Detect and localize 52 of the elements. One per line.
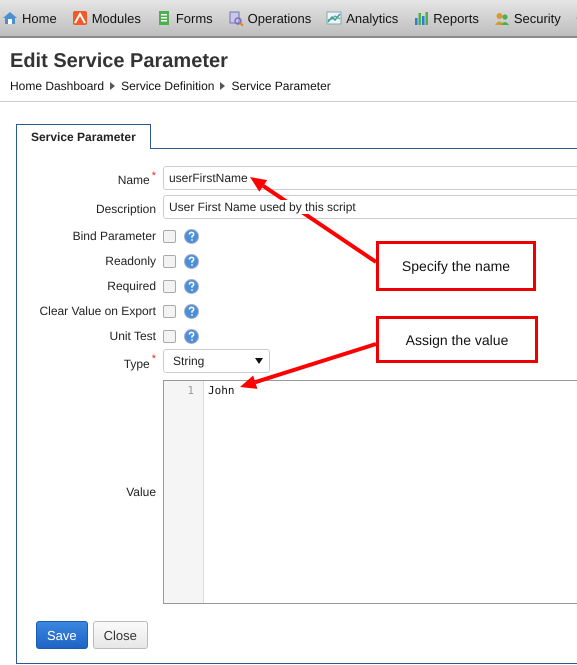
breadcrumb-link[interactable]: Service Parameter <box>231 79 331 93</box>
field-label: Name <box>118 173 150 187</box>
checkbox[interactable] <box>163 230 176 242</box>
nav-item[interactable]: Modules <box>72 10 152 26</box>
help-icon[interactable] <box>184 328 199 344</box>
tab[interactable]: Service Parameter <box>16 124 151 149</box>
required-mark: * <box>152 170 156 182</box>
nav-item[interactable]: Analytics <box>326 10 410 26</box>
required-mark: * <box>152 353 156 365</box>
field-label: Required <box>107 279 156 293</box>
field-label: Clear Value on Export <box>39 304 156 318</box>
bar-chart-icon <box>413 10 430 26</box>
breadcrumb-link[interactable]: Home Dashboard <box>10 79 104 93</box>
code-line: John <box>208 384 234 397</box>
page-title: Edit Service Parameter <box>10 50 229 73</box>
nav-item[interactable]: Home <box>2 10 68 26</box>
field-label: Bind Parameter <box>72 229 156 243</box>
help-icon[interactable] <box>184 304 199 318</box>
house-icon <box>2 10 18 26</box>
text-field[interactable]: userFirstName <box>163 166 577 190</box>
checkbox[interactable] <box>163 254 176 268</box>
primary-button[interactable]: Save <box>36 621 88 649</box>
field-label: Description <box>96 202 156 216</box>
line-number: 1 <box>186 384 194 397</box>
callout: Specify the name <box>376 241 536 291</box>
type-dropdown[interactable]: String <box>163 349 270 373</box>
help-icon[interactable] <box>184 254 199 268</box>
checkbox[interactable] <box>163 304 176 318</box>
breadcrumb-link[interactable]: Service Definition <box>121 79 214 93</box>
checkbox[interactable] <box>163 280 176 292</box>
nav-item[interactable]: Reports <box>413 10 490 26</box>
chevron-icon <box>220 82 226 90</box>
nav-item[interactable]: Forms <box>156 10 224 26</box>
line-chart-icon <box>326 10 342 26</box>
checkbox[interactable] <box>163 330 176 342</box>
chevron-icon <box>110 82 116 90</box>
field-label: Unit Test <box>110 329 156 343</box>
callout: Assign the value <box>376 316 538 363</box>
caret-icon <box>255 358 263 364</box>
nav-item[interactable]: Operations <box>228 10 322 26</box>
field-label: Type <box>124 357 150 371</box>
nav-item[interactable]: Security <box>494 10 572 26</box>
users-icon <box>494 10 510 26</box>
text-field[interactable]: User First Name used by this script <box>163 195 577 219</box>
help-icon[interactable] <box>184 278 199 294</box>
secondary-button[interactable]: Close <box>92 621 148 649</box>
help-icon[interactable] <box>184 228 199 244</box>
triangle-icon <box>72 10 88 26</box>
magnifier-icon <box>228 10 244 26</box>
code-editor[interactable]: 1 John <box>163 380 577 604</box>
field-label: Value <box>126 485 156 499</box>
field-label: Readonly <box>105 254 156 268</box>
